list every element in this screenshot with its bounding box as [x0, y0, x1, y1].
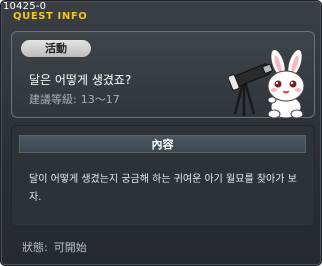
- window-title: QUEST INFO: [13, 11, 88, 22]
- recommended-level: 建議等級: 13～17: [29, 91, 124, 107]
- status-value: 可開始: [53, 241, 87, 254]
- quest-status: 狀態: 可開始: [22, 239, 93, 255]
- quest-category-badge: 活動: [21, 40, 91, 57]
- quest-description: 달이 어떻게 생겼는지 궁금해 하는 귀여운 아기 월묘를 찾아가 보자.: [29, 174, 297, 203]
- quest-summary-panel: 活動 달은 어떻게 생겼죠? 建議等級: 13～17: [11, 31, 315, 119]
- status-label: 狀態:: [22, 241, 48, 254]
- quest-content-panel: 內容 달이 어떻게 생겼는지 궁금해 하는 귀여운 아기 월묘를 찾아가 보자.: [11, 125, 315, 227]
- quest-info-window: 10425-0 QUEST INFO 活動 달은 어떻게 생겼죠? 建議等級: 1…: [0, 0, 322, 266]
- level-range: 13～17: [80, 93, 120, 106]
- moon-bunny-telescope-icon: [229, 49, 305, 119]
- level-label: 建議等級:: [29, 93, 77, 106]
- quest-name: 달은 어떻게 생겼죠?: [29, 73, 132, 87]
- content-header: 內容: [19, 135, 306, 153]
